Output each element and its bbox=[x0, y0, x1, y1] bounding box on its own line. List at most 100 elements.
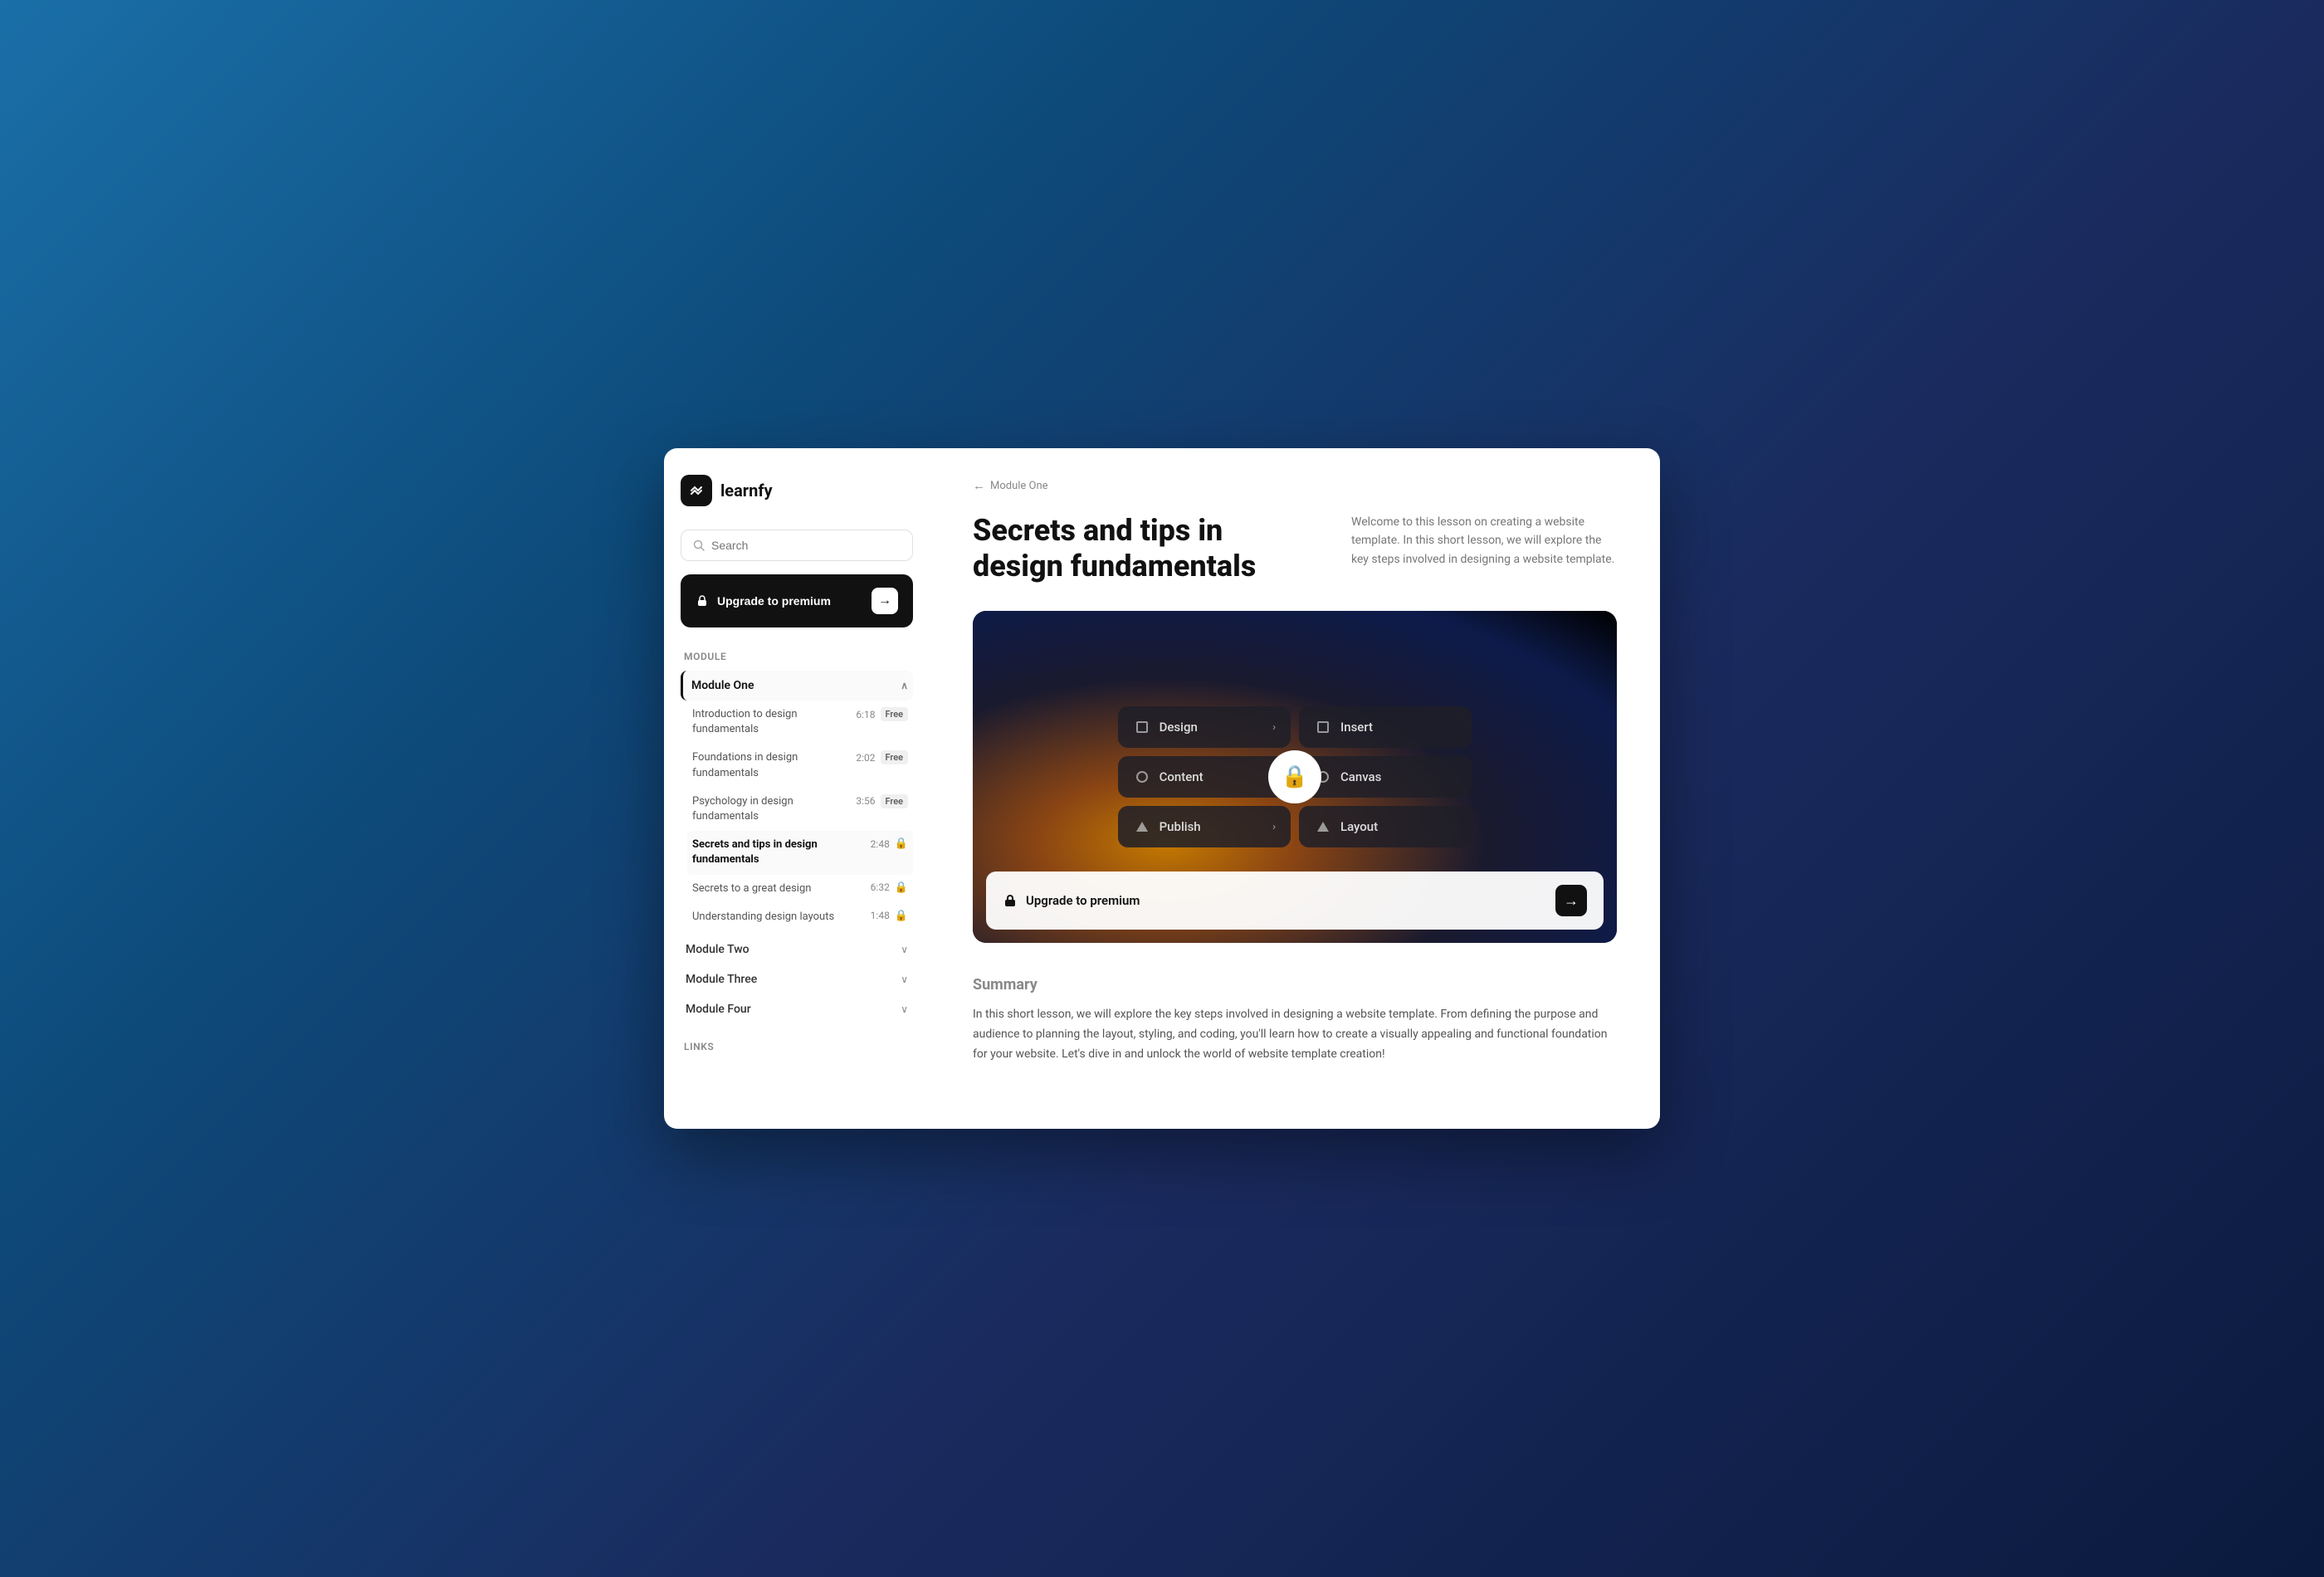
lesson-title-main: Secrets and tips in design fundamentals bbox=[973, 513, 1311, 584]
list-item[interactable]: Secrets to a great design 6:32 🔒 bbox=[687, 875, 913, 903]
module-three-label: Module Three bbox=[686, 973, 757, 986]
lesson-lock-icon: 🔒 bbox=[895, 910, 908, 922]
menu-card-left: Canvas bbox=[1314, 768, 1381, 786]
app-name: learnfy bbox=[720, 481, 773, 500]
logo-icon bbox=[681, 475, 712, 506]
lesson-title: Secrets to a great design bbox=[692, 881, 864, 896]
list-item[interactable]: Foundations in design fundamentals 2:02 … bbox=[687, 744, 913, 787]
module-four-label: Module Four bbox=[686, 1003, 751, 1016]
menu-label-canvas: Canvas bbox=[1340, 769, 1381, 784]
upgrade-premium-button[interactable]: Upgrade to premium → bbox=[681, 574, 913, 627]
free-badge: Free bbox=[881, 750, 909, 764]
lesson-lock-icon: 🔒 bbox=[895, 837, 908, 850]
module-two-chevron bbox=[901, 944, 908, 955]
upgrade-button-left: Upgrade to premium bbox=[696, 594, 831, 608]
menu-card-left: Insert bbox=[1314, 718, 1373, 736]
lesson-duration: 3:56 bbox=[856, 795, 875, 807]
module-two-label: Module Two bbox=[686, 943, 749, 956]
module-three-chevron bbox=[901, 974, 908, 985]
summary-title: Summary bbox=[973, 976, 1617, 994]
sidebar-item-module-three[interactable]: Module Three bbox=[681, 964, 913, 994]
main-content: ← Module One Secrets and tips in design … bbox=[930, 448, 1660, 1129]
module-four-chevron bbox=[901, 1003, 908, 1015]
module-section-label: Module bbox=[681, 651, 913, 662]
list-item[interactable]: Psychology in design fundamentals 3:56 F… bbox=[687, 788, 913, 831]
menu-label-layout: Layout bbox=[1340, 819, 1378, 834]
insert-icon bbox=[1314, 718, 1332, 736]
lesson-title: Secrets and tips in design fundamentals bbox=[692, 837, 864, 867]
video-upgrade-overlay[interactable]: Upgrade to premium → bbox=[986, 872, 1604, 930]
module-one-chevron bbox=[901, 680, 908, 691]
lesson-meta: 2:02 Free bbox=[856, 750, 908, 764]
lesson-description: Welcome to this lesson on creating a web… bbox=[1351, 513, 1617, 569]
lesson-duration: 2:48 bbox=[871, 838, 890, 850]
upgrade-label: Upgrade to premium bbox=[717, 594, 831, 608]
menu-label-insert: Insert bbox=[1340, 720, 1373, 735]
lesson-title: Introduction to design fundamentals bbox=[692, 707, 849, 737]
lesson-title: Foundations in design fundamentals bbox=[692, 750, 849, 780]
content-icon bbox=[1133, 768, 1151, 786]
lesson-duration: 6:32 bbox=[871, 881, 890, 893]
list-item[interactable]: Secrets and tips in design fundamentals … bbox=[687, 831, 913, 874]
menu-card-left: Content bbox=[1133, 768, 1204, 786]
back-arrow-icon: ← bbox=[973, 478, 985, 493]
menu-arrow-publish: › bbox=[1272, 821, 1276, 833]
links-section: Links bbox=[681, 1041, 913, 1061]
list-item[interactable]: Understanding design layouts 1:48 🔒 bbox=[687, 903, 913, 931]
lesson-meta: 3:56 Free bbox=[856, 794, 908, 808]
free-badge: Free bbox=[881, 707, 909, 721]
menu-label-publish: Publish bbox=[1160, 819, 1201, 834]
upgrade-overlay-left: Upgrade to premium bbox=[1003, 893, 1140, 908]
design-icon bbox=[1133, 718, 1151, 736]
lesson-duration: 6:18 bbox=[856, 709, 875, 720]
menu-arrow-design: › bbox=[1272, 721, 1276, 734]
lesson-list-module-one: Introduction to design fundamentals 6:18… bbox=[681, 701, 913, 931]
search-icon bbox=[693, 540, 705, 551]
lock-icon bbox=[696, 594, 709, 608]
upgrade-arrow-icon: → bbox=[872, 588, 898, 614]
summary-section: Summary In this short lesson, we will ex… bbox=[973, 976, 1617, 1064]
menu-label-content: Content bbox=[1160, 769, 1204, 784]
search-input[interactable] bbox=[711, 539, 901, 552]
menu-card-content: Content bbox=[1118, 756, 1291, 798]
lesson-meta: 2:48 🔒 bbox=[871, 837, 908, 850]
menu-card-publish: Publish › bbox=[1118, 806, 1291, 847]
lesson-duration: 2:02 bbox=[856, 752, 875, 764]
lesson-meta: 6:18 Free bbox=[856, 707, 908, 721]
menu-card-left: Layout bbox=[1314, 818, 1378, 836]
lesson-title: Understanding design layouts bbox=[692, 910, 864, 925]
menu-card-layout: Layout bbox=[1299, 806, 1472, 847]
lesson-meta: 1:48 🔒 bbox=[871, 910, 908, 922]
summary-text: In this short lesson, we will explore th… bbox=[973, 1005, 1617, 1064]
publish-icon bbox=[1133, 818, 1151, 836]
sidebar: learnfy Upgrade to premium → Module Modu… bbox=[664, 448, 930, 1129]
app-container: learnfy Upgrade to premium → Module Modu… bbox=[664, 448, 1660, 1129]
menu-card-insert: Insert bbox=[1299, 706, 1472, 748]
sidebar-item-module-two[interactable]: Module Two bbox=[681, 935, 913, 964]
logo-area: learnfy bbox=[681, 475, 913, 506]
lesson-lock-icon: 🔒 bbox=[895, 881, 908, 894]
menu-card-design: Design › bbox=[1118, 706, 1291, 748]
lesson-header: Secrets and tips in design fundamentals … bbox=[973, 513, 1617, 584]
sidebar-item-module-one[interactable]: Module One bbox=[681, 671, 913, 701]
list-item[interactable]: Introduction to design fundamentals 6:18… bbox=[687, 701, 913, 744]
layout-icon bbox=[1314, 818, 1332, 836]
video-lock-icon: 🔒 bbox=[1268, 750, 1321, 803]
module-one-label: Module One bbox=[691, 679, 754, 692]
lesson-duration: 1:48 bbox=[871, 910, 890, 921]
menu-card-left: Design bbox=[1133, 718, 1198, 736]
search-box[interactable] bbox=[681, 530, 913, 561]
menu-card-left: Publish bbox=[1133, 818, 1201, 836]
upgrade-overlay-button[interactable]: → bbox=[1555, 885, 1587, 916]
menu-label-design: Design bbox=[1160, 720, 1198, 735]
links-label: Links bbox=[681, 1041, 913, 1052]
lesson-meta: 6:32 🔒 bbox=[871, 881, 908, 894]
breadcrumb[interactable]: ← Module One bbox=[973, 478, 1617, 493]
video-area[interactable]: Design › Insert bbox=[973, 611, 1617, 943]
upgrade-lock-icon bbox=[1003, 893, 1018, 908]
sidebar-item-module-four[interactable]: Module Four bbox=[681, 994, 913, 1024]
breadcrumb-text: Module One bbox=[990, 480, 1048, 492]
free-badge: Free bbox=[881, 794, 909, 808]
upgrade-overlay-label: Upgrade to premium bbox=[1026, 893, 1140, 908]
menu-card-canvas: Canvas bbox=[1299, 756, 1472, 798]
